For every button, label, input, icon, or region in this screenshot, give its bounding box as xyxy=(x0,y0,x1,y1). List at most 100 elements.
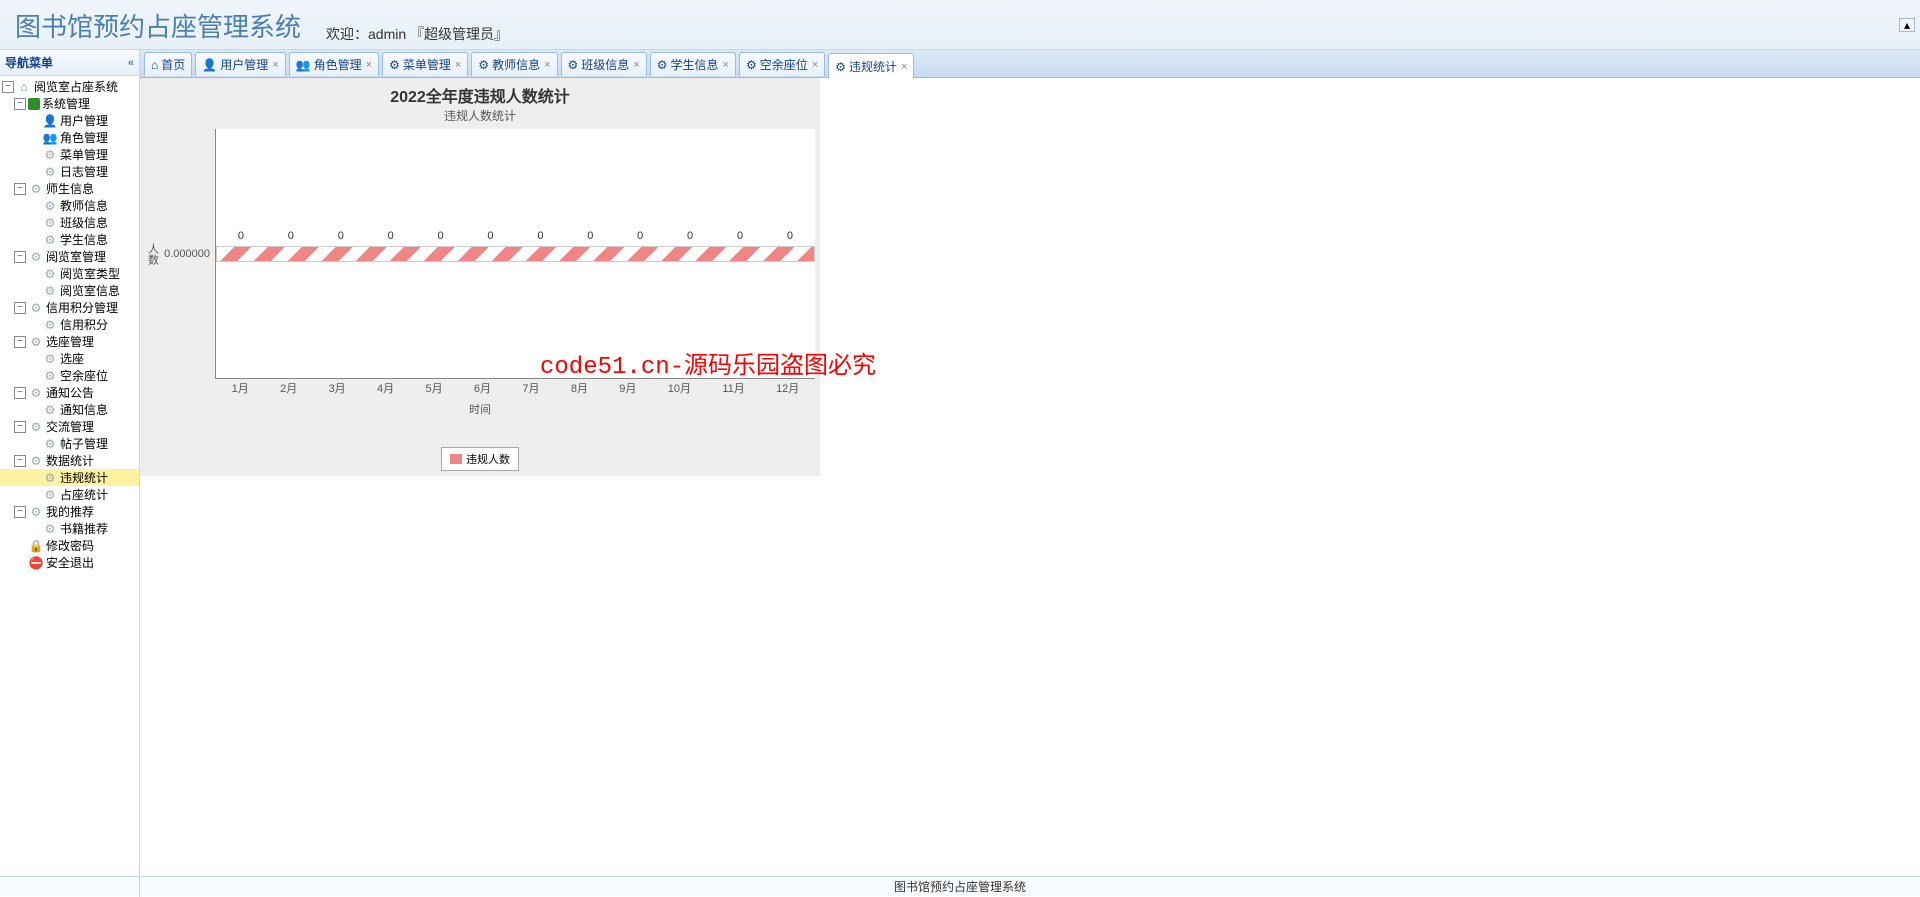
tree-toggle-icon[interactable]: − xyxy=(14,336,26,348)
nav-item-信用积分管理[interactable]: −⚙信用积分管理 xyxy=(0,299,139,316)
plot: 000000000000 1月2月3月4月5月6月7月8月9月10月11月12月 xyxy=(215,129,815,379)
nav-item-系统管理[interactable]: − 系统管理 xyxy=(0,95,139,112)
tab-close-icon[interactable]: × xyxy=(455,59,461,71)
tree-toggle-icon[interactable]: − xyxy=(2,81,14,93)
nav-item-班级信息[interactable]: ⚙班级信息 xyxy=(0,214,139,231)
tree-toggle-icon[interactable]: − xyxy=(14,506,26,518)
tab-首页[interactable]: ⌂首页 xyxy=(144,52,192,76)
nav-item-违规统计[interactable]: ⚙违规统计 xyxy=(0,469,139,486)
tree-toggle-icon[interactable]: − xyxy=(14,183,26,195)
tab-close-icon[interactable]: × xyxy=(901,61,907,73)
nav-item-交流管理[interactable]: −⚙交流管理 xyxy=(0,418,139,435)
nav-label: 用户管理 xyxy=(60,112,108,129)
collapse-sidebar-icon[interactable]: « xyxy=(128,57,134,69)
tab-用户管理[interactable]: 👤用户管理× xyxy=(195,52,285,76)
app-title: 图书馆预约占座管理系统 xyxy=(0,7,316,49)
tab-菜单管理[interactable]: ⚙菜单管理× xyxy=(382,52,468,76)
gear-icon: ⚙ xyxy=(389,58,400,72)
gear-icon: ⚙ xyxy=(28,334,44,350)
gear-icon: ⚙ xyxy=(42,215,58,231)
nav-item-阅览室管理[interactable]: −⚙阅览室管理 xyxy=(0,248,139,265)
x-tick-label: 7月 xyxy=(522,380,539,396)
nav-item-教师信息[interactable]: ⚙教师信息 xyxy=(0,197,139,214)
role-icon: 👥 xyxy=(296,58,311,72)
nav-item-师生信息[interactable]: −⚙师生信息 xyxy=(0,180,139,197)
bar-value: 0 xyxy=(388,230,394,242)
nav-item-通知公告[interactable]: −⚙通知公告 xyxy=(0,384,139,401)
chart-title: 2022全年度违规人数统计 xyxy=(145,83,815,107)
header-collapse-icon[interactable]: ▴ xyxy=(1899,18,1915,32)
bar-value: 0 xyxy=(587,230,593,242)
tab-close-icon[interactable]: × xyxy=(366,59,372,71)
gear-icon: ⚙ xyxy=(42,198,58,214)
gear-icon: ⚙ xyxy=(28,385,44,401)
tab-content: 2022全年度违规人数统计 违规人数统计 人数 0.000000 0000000… xyxy=(140,78,1920,876)
tab-班级信息[interactable]: ⚙班级信息× xyxy=(561,52,647,76)
gear-icon: ⚙ xyxy=(657,58,668,72)
gear-icon: ⚙ xyxy=(42,487,58,503)
tab-close-icon[interactable]: × xyxy=(812,59,818,71)
nav-item-学生信息[interactable]: ⚙学生信息 xyxy=(0,231,139,248)
chart-subtitle: 违规人数统计 xyxy=(145,107,815,124)
tab-label: 教师信息 xyxy=(492,56,540,73)
tree-toggle-icon[interactable]: − xyxy=(14,98,26,110)
nav-item-通知信息[interactable]: ⚙通知信息 xyxy=(0,401,139,418)
tree-toggle-icon[interactable]: − xyxy=(14,421,26,433)
nav-label: 我的推荐 xyxy=(46,503,94,520)
tab-角色管理[interactable]: 👥角色管理× xyxy=(289,52,379,76)
tab-教师信息[interactable]: ⚙教师信息× xyxy=(471,52,557,76)
tab-学生信息[interactable]: ⚙学生信息 × xyxy=(650,52,736,76)
tree-toggle-icon[interactable]: − xyxy=(14,302,26,314)
tab-label: 首页 xyxy=(161,56,185,73)
nav-item-书籍推荐[interactable]: ⚙书籍推荐 xyxy=(0,520,139,537)
tree-toggle-icon[interactable]: − xyxy=(14,387,26,399)
nav-label: 教师信息 xyxy=(60,197,108,214)
bar-value: 0 xyxy=(737,230,743,242)
nav-label: 安全退出 xyxy=(46,554,94,571)
nav-item-选座[interactable]: ⚙选座 xyxy=(0,350,139,367)
gear-icon: ⚙ xyxy=(28,181,44,197)
nav-item-阅览室占座系统[interactable]: −⌂阅览室占座系统 xyxy=(0,78,139,95)
nav-item-用户管理[interactable]: 👤用户管理 xyxy=(0,112,139,129)
y-axis-label: 人数 xyxy=(145,129,160,379)
nav-label: 师生信息 xyxy=(46,180,94,197)
x-tick-label: 6月 xyxy=(474,380,491,396)
tab-close-icon[interactable]: × xyxy=(723,59,729,71)
nav-item-修改密码[interactable]: 🔒修改密码 xyxy=(0,537,139,554)
nav-item-信用积分[interactable]: ⚙信用积分 xyxy=(0,316,139,333)
nav-item-我的推荐[interactable]: −⚙我的推荐 xyxy=(0,503,139,520)
gear-icon: ⚙ xyxy=(42,368,58,384)
x-tick-label: 8月 xyxy=(571,380,588,396)
nav-item-数据统计[interactable]: −⚙数据统计 xyxy=(0,452,139,469)
nav-label: 系统管理 xyxy=(42,95,90,112)
nav-item-日志管理[interactable]: ⚙日志管理 xyxy=(0,163,139,180)
tab-close-icon[interactable]: × xyxy=(544,59,550,71)
nav-item-选座管理[interactable]: −⚙选座管理 xyxy=(0,333,139,350)
tab-违规统计[interactable]: ⚙违规统计× xyxy=(828,53,914,79)
x-tick-label: 9月 xyxy=(619,380,636,396)
tab-close-icon[interactable]: × xyxy=(272,59,278,71)
nav-item-阅览室类型[interactable]: ⚙阅览室类型 xyxy=(0,265,139,282)
tab-close-icon[interactable]: × xyxy=(633,59,639,71)
nav-item-帖子管理[interactable]: ⚙帖子管理 xyxy=(0,435,139,452)
nav-label: 阅览室管理 xyxy=(46,248,106,265)
nav-item-安全退出[interactable]: ⛔安全退出 xyxy=(0,554,139,571)
tree-toggle-icon[interactable]: − xyxy=(14,251,26,263)
nav-item-角色管理[interactable]: 👥角色管理 xyxy=(0,129,139,146)
nav-item-阅览室信息[interactable]: ⚙阅览室信息 xyxy=(0,282,139,299)
chart-legend: 违规人数 xyxy=(145,447,815,471)
gear-icon: ⚙ xyxy=(746,58,757,72)
bar-value: 0 xyxy=(487,230,493,242)
gear-icon: ⚙ xyxy=(28,453,44,469)
chart-container: 2022全年度违规人数统计 违规人数统计 人数 0.000000 0000000… xyxy=(140,78,820,476)
tree-toggle-icon[interactable]: − xyxy=(14,455,26,467)
gear-icon: ⚙ xyxy=(42,283,58,299)
tab-空余座位[interactable]: ⚙空余座位× xyxy=(739,52,825,76)
nav-item-空余座位[interactable]: ⚙空余座位 xyxy=(0,367,139,384)
nav-item-占座统计[interactable]: ⚙占座统计 xyxy=(0,486,139,503)
tab-label: 学生信息 xyxy=(671,56,719,73)
gear-icon: ⚙ xyxy=(42,232,58,248)
nav-label: 通知公告 xyxy=(46,384,94,401)
nav-label: 选座管理 xyxy=(46,333,94,350)
nav-item-菜单管理[interactable]: ⚙菜单管理 xyxy=(0,146,139,163)
